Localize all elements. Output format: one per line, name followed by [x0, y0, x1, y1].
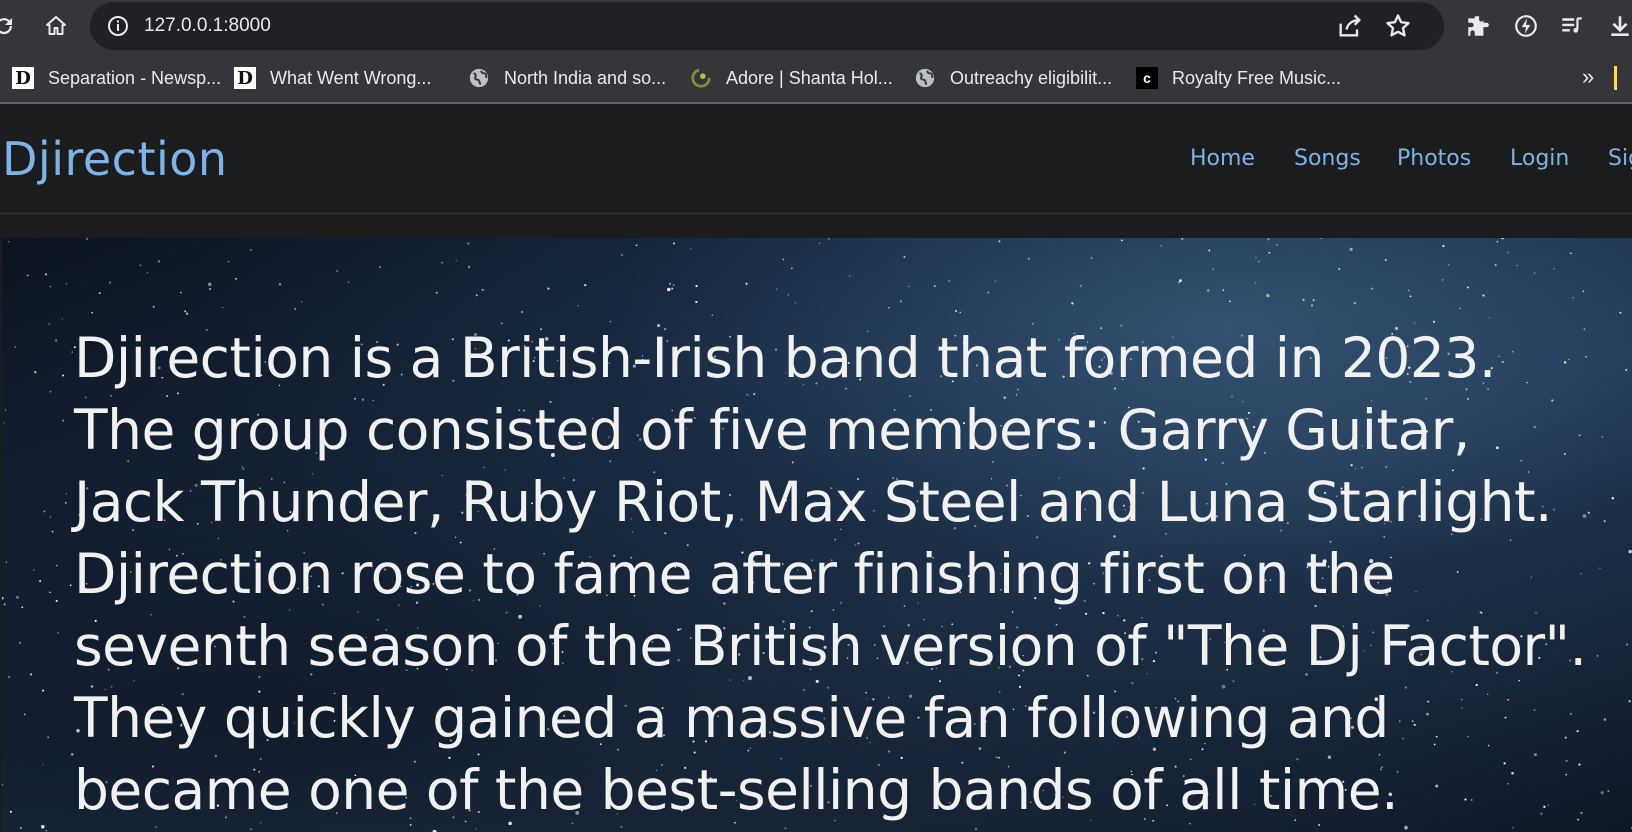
hero-line: Jack Thunder, Ruby Riot, Max Steel and L… [74, 470, 1553, 534]
bookmark-item[interactable]: Adore | Shanta Hol... [690, 64, 893, 92]
download-icon[interactable] [1604, 10, 1632, 42]
browser-toolbar: 127.0.0.1:8000 [0, 0, 1632, 52]
nav-link-signup[interactable]: Sig [1608, 146, 1632, 171]
bookmark-label: Outreachy eligibilit... [950, 67, 1113, 88]
bookmark-label: Royalty Free Music... [1172, 67, 1342, 88]
bookmark-item[interactable]: c Royalty Free Music... [1136, 64, 1341, 92]
home-icon[interactable] [40, 10, 72, 42]
hero-line: The group consisted of five members: Gar… [74, 398, 1470, 462]
nav-link-home[interactable]: Home [1190, 146, 1255, 171]
reload-icon[interactable] [0, 10, 20, 42]
bookmark-item[interactable]: D What Went Wrong... [234, 64, 431, 92]
d-logo-icon: D [234, 67, 256, 89]
hero-description: Djirection is a British-Irish band that … [74, 322, 1614, 826]
hero-section: Djirection is a British-Irish band that … [2, 238, 1632, 832]
site-brand[interactable]: Djirection [2, 132, 228, 186]
c-logo-icon: c [1136, 67, 1158, 89]
hero-line: seventh season of the British version of… [74, 614, 1587, 678]
globe-icon [914, 67, 936, 89]
reading-list-icon[interactable] [1556, 10, 1588, 42]
bookmark-label: North India and so... [504, 67, 667, 88]
nav-link-login[interactable]: Login [1510, 146, 1569, 171]
bookmark-label: What Went Wrong... [270, 67, 432, 88]
address-bar[interactable]: 127.0.0.1:8000 [90, 2, 1444, 50]
bookmark-item[interactable]: Outreachy eligibilit... [914, 64, 1112, 92]
hero-line: Djirection rose to fame after finishing … [74, 542, 1395, 606]
hero-line: They quickly gained a massive fan follow… [74, 686, 1389, 750]
bookmark-item[interactable]: D Separation - Newsp... [12, 64, 221, 92]
more-bookmarks-button[interactable]: » [1582, 64, 1594, 90]
hero-line: became one of the best-selling bands of … [74, 758, 1399, 822]
bookmark-folder-icon[interactable] [1614, 66, 1617, 90]
hero-line: Djirection is a British-Irish band that … [74, 326, 1496, 390]
bookmark-label: Separation - Newsp... [48, 67, 222, 88]
bookmark-item[interactable]: North India and so... [468, 64, 666, 92]
globe-icon [468, 67, 490, 89]
site-navbar: Djirection Home Songs Photos Login Sig [0, 104, 1632, 214]
performance-icon[interactable] [1510, 10, 1542, 42]
site-logo-icon [690, 67, 712, 89]
bookmark-label: Adore | Shanta Hol... [726, 67, 893, 88]
nav-link-songs[interactable]: Songs [1294, 146, 1361, 171]
url-text[interactable]: 127.0.0.1:8000 [144, 15, 271, 37]
d-logo-icon: D [12, 67, 34, 89]
bookmarks-bar: D Separation - Newsp... D What Went Wron… [0, 52, 1632, 104]
bookmark-star-icon[interactable] [1384, 12, 1412, 40]
share-icon[interactable] [1336, 12, 1364, 40]
extensions-icon[interactable] [1462, 10, 1494, 42]
site-info-icon[interactable] [106, 14, 130, 38]
nav-link-photos[interactable]: Photos [1397, 146, 1471, 171]
